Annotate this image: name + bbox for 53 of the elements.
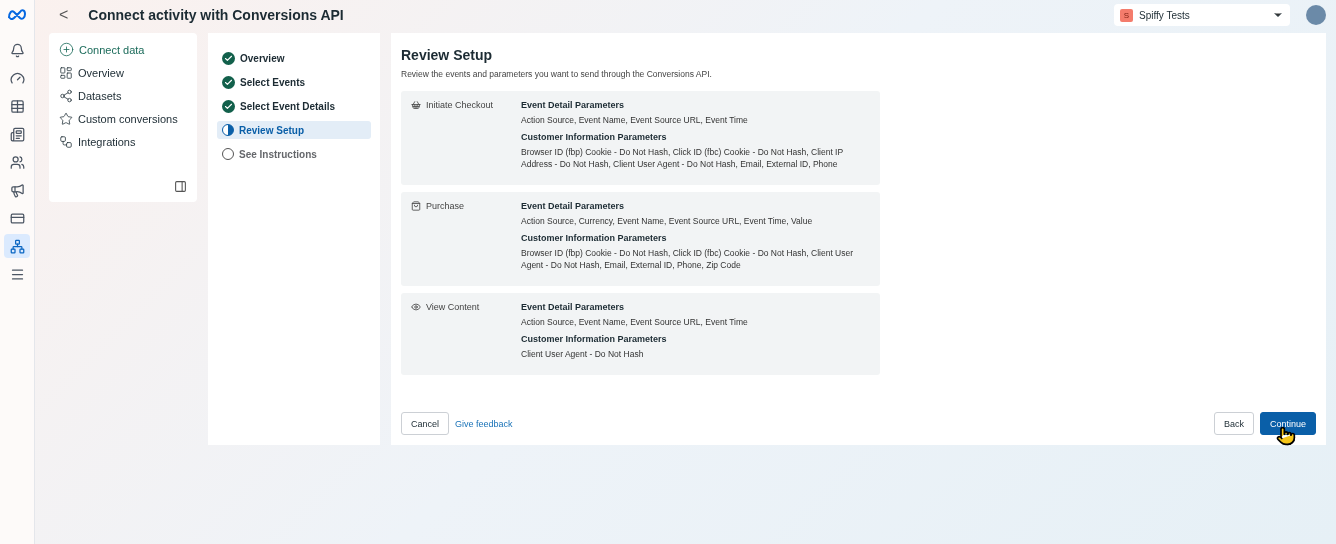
feedback-link[interactable]: Give feedback: [455, 418, 513, 429]
bag-icon: [411, 201, 421, 211]
account-name: Spiffy Tests: [1139, 9, 1191, 21]
parameter-list: Action Source, Event Name, Event Source URL, Event Time: [521, 316, 870, 328]
nodes-icon: [59, 89, 73, 103]
continue-button[interactable]: Continue: [1259, 412, 1316, 435]
nav-item[interactable]: Connect data: [59, 42, 187, 57]
parameter-list: Client User Agent - Do Not Hash: [521, 348, 870, 360]
parameter-heading: Customer Information Parameters: [521, 132, 668, 142]
page-title: Connect activity with Conversions API: [88, 7, 345, 23]
parameter-heading: Event Detail Parameters: [521, 201, 626, 211]
parameter-list: Browser ID (fbp) Cookie - Do Not Hash, Click ID (fbc) Cookie - Do Not Hash, Client User Agent - Do Not Hash, Email, External ID, Phone, Zip Code: [521, 247, 870, 271]
review-subtitle: Review the events and parameters you want to send through the Conversions API.: [401, 69, 713, 79]
nav-item[interactable]: Custom conversions: [59, 112, 187, 126]
back-button[interactable]: Back: [1213, 412, 1254, 435]
step-item[interactable]: See Instructions: [217, 145, 371, 163]
basket-icon: [411, 100, 421, 110]
account-initial: S: [1120, 8, 1133, 22]
check-icon: [222, 99, 235, 113]
network-icon[interactable]: [4, 234, 30, 258]
check-icon: [222, 51, 235, 65]
layout-icon: [59, 66, 73, 80]
panel-icon[interactable]: [174, 180, 187, 193]
logo-icon[interactable]: [7, 8, 27, 20]
plus-icon: [59, 42, 74, 57]
step-item[interactable]: Review Setup: [217, 121, 371, 139]
step-item[interactable]: Select Events: [217, 73, 371, 91]
review-title: Review Setup: [401, 47, 494, 63]
account-selector[interactable]: S Spiffy Tests: [1114, 4, 1290, 26]
event-name: View Content: [426, 302, 480, 312]
eye-icon: [411, 302, 421, 312]
event-name: Initiate Checkout: [426, 100, 494, 110]
parameter-heading: Customer Information Parameters: [521, 334, 668, 344]
parameter-heading: Event Detail Parameters: [521, 100, 626, 110]
half-circle-icon: [222, 124, 234, 136]
nav-item[interactable]: Datasets: [59, 89, 187, 103]
parameter-heading: Event Detail Parameters: [521, 302, 626, 312]
pointer-icon: [1276, 426, 1296, 446]
star-icon: [59, 112, 73, 126]
nav-item[interactable]: Overview: [59, 66, 187, 80]
flow-icon: [59, 135, 73, 149]
avatar[interactable]: [1306, 5, 1326, 25]
parameter-heading: Customer Information Parameters: [521, 233, 668, 243]
parameter-list: Browser ID (fbp) Cookie - Do Not Hash, Click ID (fbc) Cookie - Do Not Hash, Client IP Address - Do Not Hash, Client User Agent - Do Not Hash, Email, External ID, Phone: [521, 146, 870, 170]
event-name: Purchase: [426, 201, 465, 211]
step-item[interactable]: Select Event Details: [217, 97, 371, 115]
nav-item[interactable]: Integrations: [59, 135, 187, 149]
parameter-list: Action Source, Event Name, Event Source URL, Event Time: [521, 114, 870, 126]
back-button[interactable]: <: [55, 6, 73, 24]
parameter-list: Action Source, Currency, Event Name, Event Source URL, Event Time, Value: [521, 215, 870, 227]
cancel-button[interactable]: Cancel: [401, 412, 449, 435]
step-item[interactable]: Overview: [217, 49, 371, 67]
check-icon: [222, 75, 235, 89]
